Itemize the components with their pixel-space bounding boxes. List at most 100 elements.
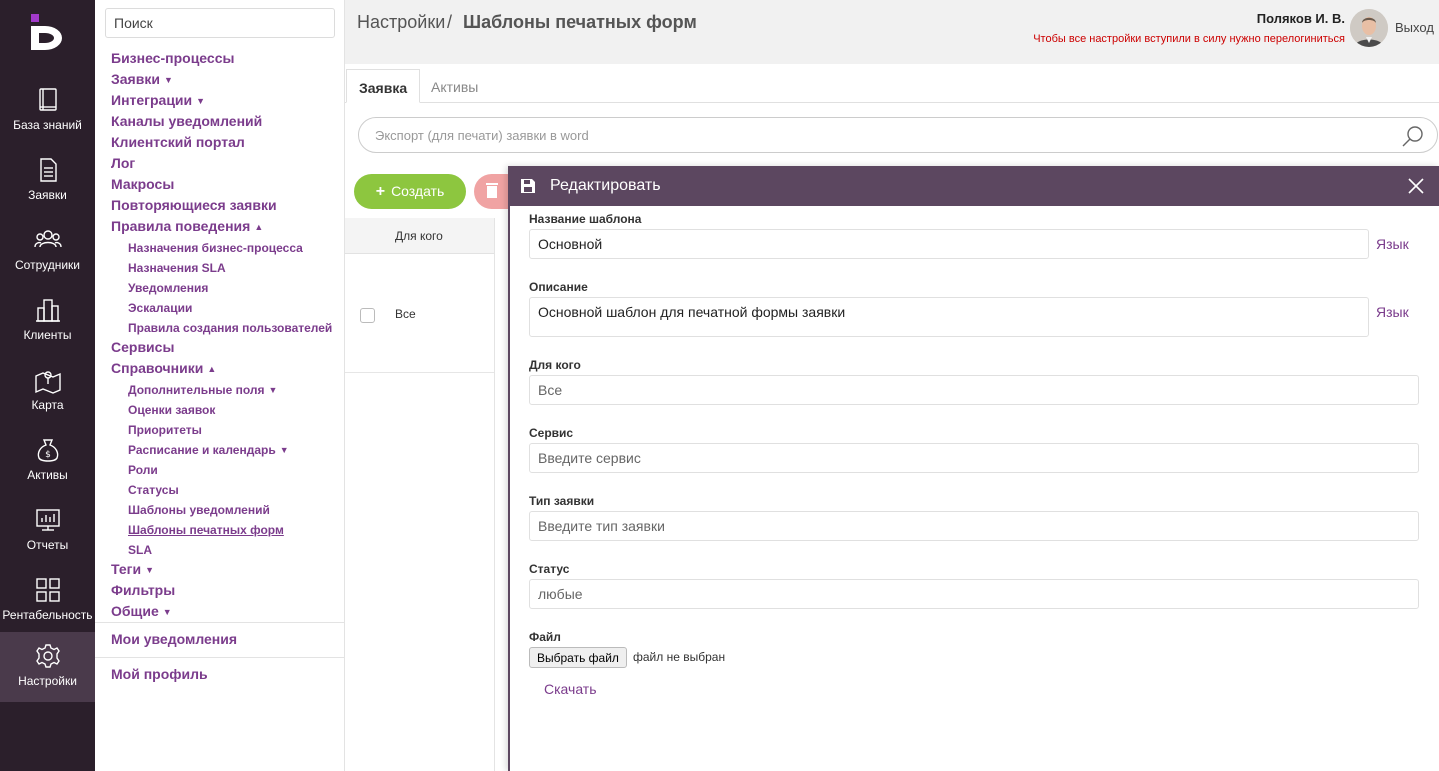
menu-item-filters[interactable]: Фильтры xyxy=(111,582,175,598)
rail-label: Сотрудники xyxy=(15,258,80,272)
tab-request[interactable]: Заявка xyxy=(346,69,421,103)
menu-item-log[interactable]: Лог xyxy=(111,155,135,171)
menu-item-integrations[interactable]: Интеграции ▼ xyxy=(111,92,205,108)
menu-item-macros[interactable]: Макросы xyxy=(111,176,174,192)
menu-item-my-profile[interactable]: Мой профиль xyxy=(111,666,208,682)
menu-subitem-statuses[interactable]: Статусы xyxy=(128,483,179,497)
menu-item-behavior-rules[interactable]: Правила поведения ▲ xyxy=(111,218,263,234)
rail-item-map[interactable]: Карта xyxy=(0,360,95,430)
rail-label: Рентабельность xyxy=(2,608,93,622)
left-rail: База знаний Заявки Сотрудники Клиенты Ка… xyxy=(0,0,95,771)
menu-subitem-extra-fields[interactable]: Дополнительные поля ▼ xyxy=(128,383,277,397)
row-checkbox[interactable] xyxy=(360,308,375,323)
menu-subitem-request-ratings[interactable]: Оценки заявок xyxy=(128,403,215,417)
row-whom-cell: Все xyxy=(395,307,416,321)
table-header: Для кого xyxy=(345,218,495,254)
menu-subitem-user-creation-rules[interactable]: Правила создания пользователей xyxy=(128,321,332,335)
page-title: Шаблоны печатных форм xyxy=(463,12,697,32)
menu-subitem-sla[interactable]: SLA xyxy=(128,543,152,557)
menu-subitem-escalations[interactable]: Эскалации xyxy=(128,301,192,315)
request-type-input[interactable]: Введите тип заявки xyxy=(529,511,1419,541)
menu-label: Бизнес-процессы xyxy=(111,50,235,66)
create-button[interactable]: + Создать xyxy=(354,174,466,209)
description-language-link[interactable]: Язык xyxy=(1376,304,1409,320)
user-photo-icon xyxy=(1350,9,1388,47)
chevron-down-icon: ▼ xyxy=(145,565,154,575)
search-icon[interactable] xyxy=(1401,124,1425,148)
rail-label: Карта xyxy=(31,398,64,412)
menu-subitem-notification-templates[interactable]: Шаблоны уведомлений xyxy=(128,503,270,517)
download-link[interactable]: Скачать xyxy=(544,681,597,697)
breadcrumb-root[interactable]: Настройки xyxy=(357,12,445,33)
menu-item-my-notifications[interactable]: Мои уведомления xyxy=(111,631,237,647)
avatar[interactable] xyxy=(1350,9,1388,47)
rail-label: Отчеты xyxy=(26,538,69,552)
menu-subitem-bp-assignments[interactable]: Назначения бизнес-процесса xyxy=(128,241,303,255)
column-header-whom[interactable]: Для кого xyxy=(395,229,443,243)
menu-label: Лог xyxy=(111,155,136,171)
menu-divider xyxy=(95,622,344,623)
menu-label: Справочники xyxy=(111,360,204,376)
menu-item-notification-channels[interactable]: Каналы уведомлений xyxy=(111,113,262,129)
template-name-input[interactable]: Основной xyxy=(529,229,1369,259)
edit-panel-header: Редактировать xyxy=(510,166,1439,206)
document-icon xyxy=(39,158,57,182)
rail-item-reports[interactable]: Отчеты xyxy=(0,500,95,570)
rail-item-clients[interactable]: Клиенты xyxy=(0,290,95,360)
rail-item-knowledge-base[interactable]: База знаний xyxy=(0,80,95,150)
menu-item-requests[interactable]: Заявки ▼ xyxy=(111,71,173,87)
description-textarea[interactable]: Основной шаблон для печатной формы заявк… xyxy=(529,297,1369,337)
tab-assets[interactable]: Активы xyxy=(419,69,490,103)
service-input[interactable]: Введите сервис xyxy=(529,443,1419,473)
close-icon[interactable] xyxy=(1407,177,1425,195)
create-label: Создать xyxy=(391,182,445,199)
chevron-down-icon: ▼ xyxy=(196,96,206,106)
template-search-input[interactable] xyxy=(375,118,1375,152)
menu-item-client-portal[interactable]: Клиентский портал xyxy=(111,134,245,150)
building-icon xyxy=(35,299,60,322)
status-label: Статус xyxy=(529,562,570,576)
rail-item-employees[interactable]: Сотрудники xyxy=(0,220,95,290)
status-select[interactable]: любые xyxy=(529,579,1419,609)
rail-label: Заявки xyxy=(28,188,67,202)
menu-item-recurring-requests[interactable]: Повторяющиеся заявки xyxy=(111,197,277,213)
name-language-link[interactable]: Язык xyxy=(1376,236,1409,252)
menu-item-general[interactable]: Общие ▼ xyxy=(111,603,172,619)
menu-subitem-priorities[interactable]: Приоритеты xyxy=(128,423,202,437)
menu-search-input[interactable] xyxy=(105,8,335,38)
table-row[interactable]: Все xyxy=(345,255,495,373)
rail-label: Активы xyxy=(27,468,68,482)
menu-subitem-sla-assignments[interactable]: Назначения SLA xyxy=(128,261,226,275)
menu-subitem-schedule-calendar[interactable]: Расписание и календарь ▼ xyxy=(128,443,289,457)
relogin-warning: Чтобы все настройки вступили в силу нужн… xyxy=(1033,33,1345,45)
menu-label: Макросы xyxy=(111,176,175,192)
menu-item-directories[interactable]: Справочники ▲ xyxy=(111,360,216,376)
menu-label: Сервисы xyxy=(111,339,175,355)
chevron-down-icon: ▼ xyxy=(268,385,278,395)
menu-label: Заявки xyxy=(111,71,160,87)
plus-icon: + xyxy=(375,182,386,200)
menu-item-tags[interactable]: Теги ▼ xyxy=(111,561,154,577)
logout-link[interactable]: Выход xyxy=(1395,20,1434,35)
save-icon[interactable] xyxy=(520,178,536,194)
edit-panel-title: Редактировать xyxy=(550,177,661,194)
menu-subitem-print-templates[interactable]: Шаблоны печатных форм xyxy=(128,523,284,537)
breadcrumb-separator: / xyxy=(447,12,453,32)
menu-item-services[interactable]: Сервисы xyxy=(111,339,174,355)
template-search xyxy=(358,117,1438,153)
rail-item-settings[interactable]: Настройки xyxy=(0,632,95,702)
menu-label: Правила поведения xyxy=(111,218,251,234)
menu-item-business-processes[interactable]: Бизнес-процессы xyxy=(111,50,234,66)
user-name[interactable]: Поляков И. В. xyxy=(1257,11,1345,26)
rail-item-assets[interactable]: $ Активы xyxy=(0,430,95,500)
rail-item-profitability[interactable]: Рентабельность xyxy=(0,570,95,640)
menu-subitem-notifications[interactable]: Уведомления xyxy=(128,281,208,295)
rail-item-requests[interactable]: Заявки xyxy=(0,150,95,220)
money-bag-icon: $ xyxy=(37,439,58,462)
menu-label: Расписание и календарь xyxy=(128,443,276,457)
menu-subitem-roles[interactable]: Роли xyxy=(128,463,158,477)
choose-file-button[interactable]: Выбрать файл xyxy=(529,647,627,668)
app-logo[interactable] xyxy=(29,14,67,50)
menu-label: Интеграции xyxy=(111,92,193,108)
whom-select[interactable]: Все xyxy=(529,375,1419,405)
